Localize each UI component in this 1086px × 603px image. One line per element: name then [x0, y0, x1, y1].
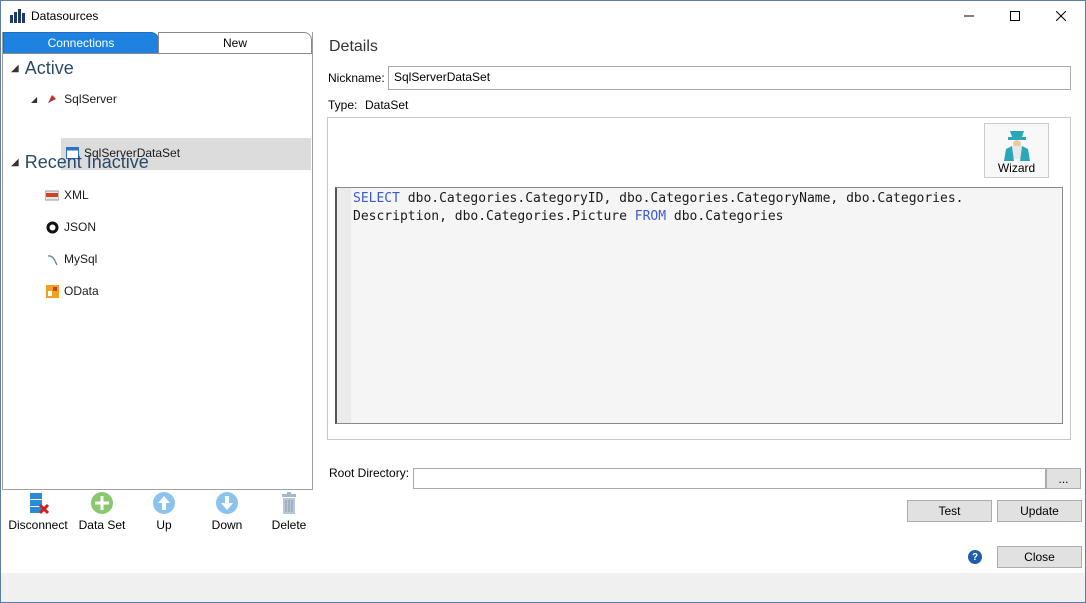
- tree-item-xml[interactable]: XML: [45, 188, 89, 202]
- update-button[interactable]: Update: [997, 500, 1082, 522]
- move-down-button[interactable]: Down: [207, 491, 247, 532]
- maximize-button[interactable]: [992, 1, 1038, 31]
- nickname-label: Nickname:: [328, 71, 385, 85]
- minimize-button[interactable]: [946, 1, 992, 31]
- help-icon[interactable]: ?: [968, 550, 982, 564]
- delete-label: Delete: [271, 518, 307, 532]
- arrow-up-icon: [153, 492, 175, 514]
- active-group-header[interactable]: ◢ Active: [11, 58, 74, 79]
- trash-icon: [282, 492, 296, 514]
- nickname-input[interactable]: SqlServerDataSet: [388, 66, 1071, 90]
- add-dataset-button[interactable]: Data Set: [75, 491, 129, 532]
- minimize-icon: [964, 15, 974, 17]
- wizard-button[interactable]: Wizard: [984, 123, 1049, 178]
- tab-new[interactable]: New: [158, 32, 312, 53]
- editor-gutter: [337, 188, 351, 423]
- tree-item-json[interactable]: JSON: [45, 220, 96, 234]
- arrow-down-icon: [216, 492, 238, 514]
- browse-button[interactable]: ...: [1046, 468, 1081, 489]
- close-window-button[interactable]: [1038, 1, 1084, 31]
- wizard-label: Wizard: [997, 161, 1036, 175]
- sql-editor[interactable]: SELECT dbo.Categories.CategoryID, dbo.Ca…: [335, 187, 1063, 424]
- window-title: Datasources: [31, 9, 99, 23]
- connections-panel: Connections New ◢ Active ◢ SqlServer Sql…: [2, 32, 313, 490]
- title-bar: Datasources: [1, 1, 1085, 31]
- collapse-triangle-icon[interactable]: ◢: [11, 157, 19, 168]
- disconnect-label: Disconnect: [8, 518, 68, 532]
- sql-keyword: FROM: [634, 209, 667, 224]
- root-directory-label: Root Directory:: [329, 466, 410, 480]
- sql-keyword: SELECT: [353, 191, 400, 206]
- tree-item-label: JSON: [64, 220, 97, 234]
- collapse-triangle-icon[interactable]: ◢: [11, 63, 19, 74]
- sql-fragment: Description, dbo.Categories.Picture: [353, 209, 635, 224]
- connections-tree: ◢ Active ◢ SqlServer SqlServerDataSet ◢ …: [3, 53, 312, 298]
- details-title: Details: [329, 38, 378, 55]
- inactive-header-label: Recent Inactive: [24, 152, 149, 172]
- move-up-button[interactable]: Up: [149, 491, 179, 532]
- test-button[interactable]: Test: [907, 500, 992, 522]
- bottom-toolbar: Disconnect Data Set Up Down Delete: [1, 491, 321, 541]
- mysql-icon: [45, 252, 59, 266]
- sql-text[interactable]: SELECT dbo.Categories.CategoryID, dbo.Ca…: [353, 190, 1053, 226]
- xml-icon: [45, 188, 59, 202]
- root-directory-input[interactable]: [413, 468, 1046, 489]
- disconnect-button[interactable]: Disconnect: [7, 491, 69, 532]
- tree-item-label: XML: [64, 188, 89, 202]
- tree-item-sqlserver[interactable]: ◢ SqlServer: [31, 92, 117, 106]
- wizard-icon: [1003, 131, 1030, 161]
- expand-triangle-icon[interactable]: ◢: [31, 95, 37, 104]
- type-label: Type:: [328, 98, 358, 112]
- tree-item-label: SqlServer: [64, 92, 117, 106]
- sqlserver-icon: [45, 92, 59, 106]
- disconnect-database-icon: [30, 493, 50, 515]
- delete-button[interactable]: Delete: [269, 491, 309, 532]
- inactive-group-header[interactable]: ◢ Recent Inactive: [11, 152, 149, 173]
- tree-item-label: MySql: [64, 252, 98, 266]
- add-icon: [91, 492, 113, 514]
- maximize-icon: [1010, 11, 1020, 21]
- active-header-label: Active: [24, 58, 74, 78]
- tree-item-odata[interactable]: OData: [45, 284, 99, 298]
- sql-fragment: dbo.Categories.CategoryID, dbo.Categorie…: [399, 191, 964, 206]
- type-value: DataSet: [365, 98, 409, 112]
- close-icon: [1056, 11, 1066, 21]
- dataset-label: Data Set: [78, 518, 126, 532]
- sql-fragment: dbo.Categories: [666, 209, 784, 224]
- datasources-window: Datasources Connections New ◢ Active ◢ S…: [0, 0, 1086, 603]
- down-label: Down: [211, 518, 243, 532]
- close-button[interactable]: Close: [997, 546, 1082, 568]
- tab-connections[interactable]: Connections: [3, 32, 159, 53]
- status-bar: [1, 573, 1085, 602]
- tree-item-mysql[interactable]: MySql: [45, 252, 97, 266]
- up-label: Up: [156, 518, 172, 532]
- odata-icon: [45, 284, 59, 298]
- json-icon: [45, 220, 59, 234]
- bar-chart-icon: [10, 9, 25, 23]
- tree-item-label: OData: [64, 284, 99, 298]
